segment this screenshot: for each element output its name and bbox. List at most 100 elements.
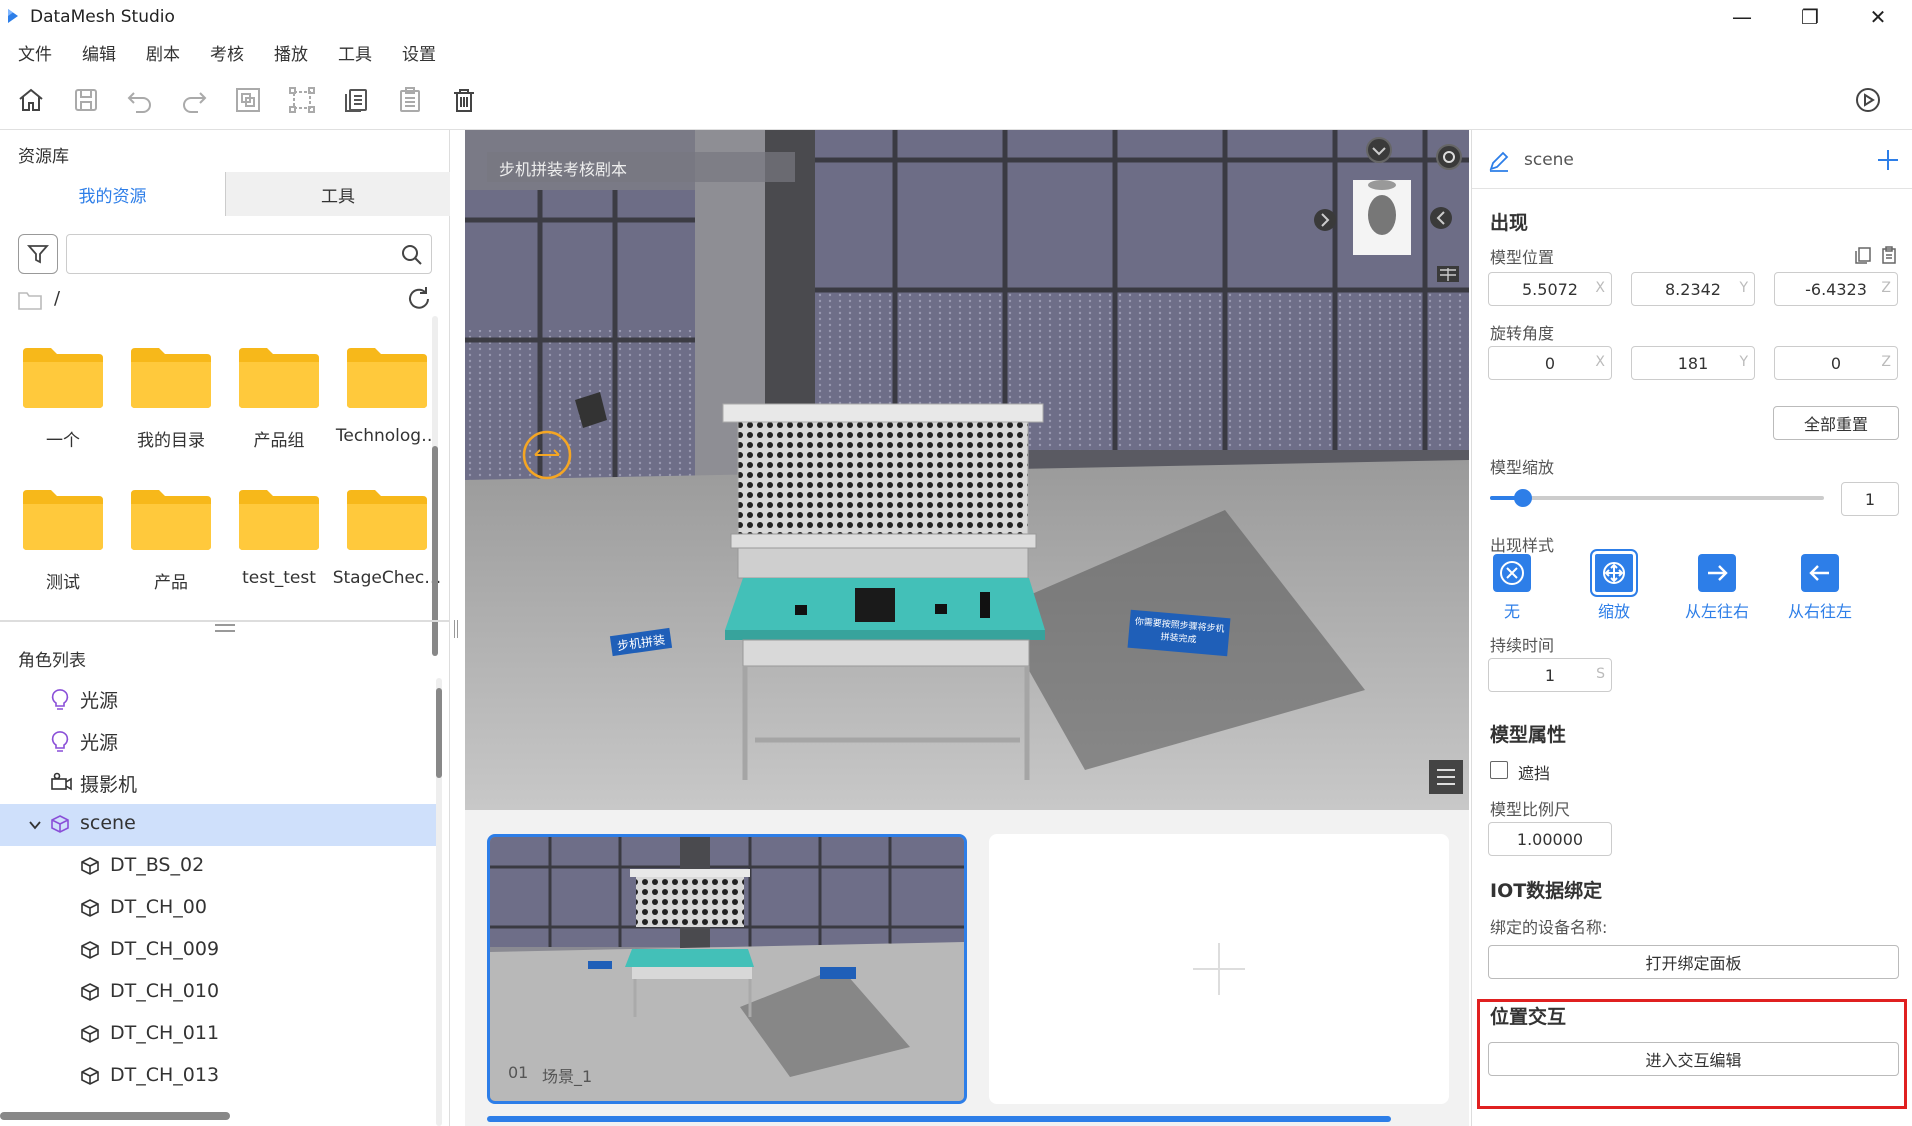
panel-splitter[interactable] (0, 620, 450, 622)
save-icon[interactable] (70, 84, 102, 116)
folder-item[interactable]: test_test (224, 488, 334, 608)
folder-label: 产品组 (253, 431, 305, 451)
home-icon[interactable] (15, 84, 47, 116)
role-item[interactable]: DT_CH_009 (0, 930, 436, 972)
axis-y-label: Y (1739, 280, 1748, 296)
menu-exam[interactable]: 考核 (210, 40, 244, 65)
bulb-icon (50, 688, 70, 715)
occlude-checkbox[interactable] (1490, 761, 1508, 779)
folder-item[interactable]: StageChec… (332, 488, 442, 608)
menu-play[interactable]: 播放 (274, 40, 308, 65)
duration-field[interactable]: 1S (1488, 658, 1612, 692)
menu-edit[interactable]: 编辑 (82, 40, 116, 65)
scale-label: 模型缩放 (1490, 458, 1555, 477)
role-item[interactable]: DT_CH_00 (0, 888, 436, 930)
folder-icon (239, 348, 319, 408)
style-left-to-right[interactable]: 从左往右 (1677, 554, 1757, 622)
filter-button[interactable] (18, 234, 58, 274)
folder-item[interactable]: 测试 (8, 488, 118, 608)
add-scene-button[interactable] (989, 834, 1449, 1104)
scale-slider-knob[interactable] (1514, 489, 1533, 507)
folder-icon (131, 348, 211, 408)
roles-hscrollbar[interactable] (0, 1112, 230, 1120)
title-bar: DataMesh Studio — ❐ ✕ (0, 0, 1912, 34)
copy-values-icon[interactable] (1854, 246, 1872, 264)
role-item[interactable]: DT_BS_02 (0, 846, 436, 888)
position-x-field[interactable]: 5.5072 X (1488, 272, 1612, 306)
style-label: 出现样式 (1490, 536, 1555, 555)
open-binding-button[interactable]: 打开绑定面板 (1488, 945, 1899, 979)
menu-script[interactable]: 剧本 (146, 40, 180, 65)
menu-settings[interactable]: 设置 (402, 40, 436, 65)
scale-value-field[interactable]: 1 (1841, 482, 1899, 516)
rotation-z-value: 0 (1830, 353, 1842, 373)
edit-pencil-icon[interactable] (1488, 150, 1510, 172)
redo-icon[interactable] (178, 84, 210, 116)
role-label: DT_BS_02 (110, 854, 205, 876)
folder-item[interactable]: 产品组 (224, 346, 334, 466)
position-y-field[interactable]: 8.2342 Y (1631, 272, 1755, 306)
role-label: 光源 (80, 732, 119, 754)
window-title: DataMesh Studio (30, 7, 175, 27)
folder-label: Technolog… (335, 426, 439, 446)
paste-values-icon[interactable] (1880, 246, 1898, 264)
menu-file[interactable]: 文件 (18, 40, 52, 65)
filter-icon (27, 245, 49, 264)
scene-timeline: 01 场景_1 (465, 810, 1469, 1126)
role-item[interactable]: DT_CH_010 (0, 972, 436, 1014)
folder-item[interactable]: Technolog… (332, 346, 442, 466)
rotation-y-field[interactable]: 181 Y (1631, 346, 1755, 380)
folder-icon (239, 490, 319, 550)
minimize-button[interactable]: — (1708, 0, 1776, 34)
delete-icon[interactable] (448, 84, 480, 116)
search-icon[interactable] (401, 244, 423, 266)
role-item[interactable]: 摄影机 (0, 762, 436, 804)
ratio-field[interactable]: 1.00000 (1488, 822, 1612, 856)
rotation-x-field[interactable]: 0X (1488, 346, 1612, 380)
style-none[interactable]: 无 (1472, 554, 1552, 622)
tab-my-resources[interactable]: 我的资源 (0, 172, 225, 216)
cube-icon (50, 814, 70, 839)
search-input[interactable] (67, 235, 387, 273)
tab-tools[interactable]: 工具 (225, 172, 450, 216)
splitter-handle[interactable] (215, 624, 235, 632)
undo-icon[interactable] (124, 84, 156, 116)
maximize-button[interactable]: ❐ (1776, 0, 1844, 34)
rotation-x-value: 0 (1544, 353, 1556, 373)
role-item[interactable]: DT_CH_013 (0, 1056, 436, 1098)
ungroup-icon[interactable] (286, 84, 318, 116)
group-icon[interactable] (232, 84, 264, 116)
refresh-icon[interactable] (406, 286, 432, 312)
rotation-z-field[interactable]: 0Z (1774, 346, 1898, 380)
chevron-down-icon[interactable] (28, 818, 42, 832)
folder-item[interactable]: 我的目录 (116, 346, 226, 466)
copy-icon[interactable] (340, 84, 372, 116)
role-item[interactable]: scene (0, 804, 436, 846)
position-z-field[interactable]: -6.4323 Z (1774, 272, 1898, 306)
close-button[interactable]: ✕ (1844, 0, 1912, 34)
role-item[interactable]: DT_CH_011 (0, 1014, 436, 1056)
3d-viewport[interactable]: 步机拼装考核剧本 步机拼装 你需要按照步骤将步机拼装完成 (465, 130, 1469, 810)
scene-number: 01 (508, 1063, 529, 1082)
role-item[interactable]: 光源 (0, 678, 436, 720)
roles-scrollbar[interactable] (436, 678, 442, 1126)
paste-icon[interactable] (394, 84, 426, 116)
menu-tools[interactable]: 工具 (338, 40, 372, 65)
folder-item[interactable]: 一个 (8, 346, 118, 466)
timeline-scrollbar[interactable] (487, 1116, 1391, 1122)
style-scale-label: 缩放 (1597, 602, 1630, 621)
role-item[interactable]: 光源 (0, 720, 436, 762)
reset-all-button[interactable]: 全部重置 (1773, 406, 1899, 440)
vertical-splitter-handle[interactable] (454, 620, 458, 638)
scene-thumbnail[interactable]: 01 场景_1 (487, 834, 967, 1104)
style-scale[interactable]: 缩放 (1574, 549, 1654, 622)
scale-slider-track[interactable] (1490, 489, 1824, 507)
scale-arrows-icon (1590, 549, 1638, 597)
enter-interact-button[interactable]: 进入交互编辑 (1488, 1042, 1899, 1076)
play-icon[interactable] (1852, 84, 1884, 116)
style-right-to-left[interactable]: 从右往左 (1780, 554, 1860, 622)
add-icon[interactable] (1876, 148, 1900, 172)
scene-thumbnail-image (490, 837, 964, 1101)
folder-scrollbar[interactable] (432, 316, 438, 656)
folder-item[interactable]: 产品 (116, 488, 226, 608)
